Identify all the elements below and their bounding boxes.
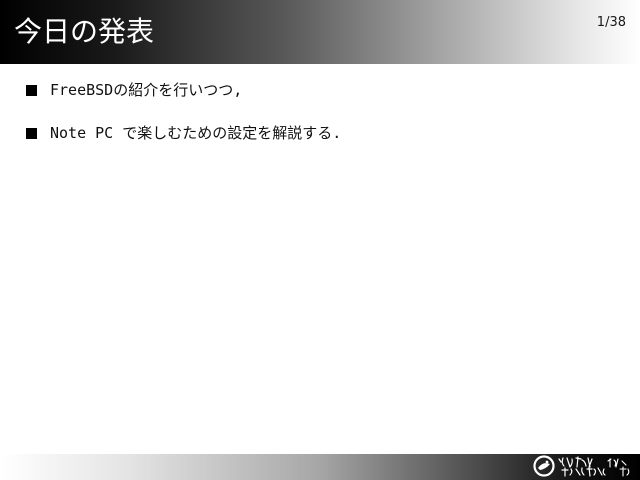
footer-bar — [0, 454, 640, 480]
bullet-text: Note PC で楽しむための設定を解説する. — [50, 124, 342, 142]
bullet-item: Note PC で楽しむための設定を解説する. — [26, 119, 341, 147]
bullet-item: FreeBSDの紹介を行いつつ, — [26, 76, 341, 104]
bullet-list: FreeBSDの紹介を行いつつ, Note PC で楽しむための設定を解説する. — [26, 76, 341, 162]
calligraphy-logo-icon — [533, 455, 630, 477]
slide: 今日の発表 1/38 FreeBSDの紹介を行いつつ, Note PC で楽しむ… — [0, 0, 640, 480]
title-bar: 今日の発表 1/38 — [0, 0, 640, 64]
page-number: 1/38 — [596, 15, 626, 30]
slide-title: 今日の発表 — [14, 15, 155, 48]
bullet-text: FreeBSDの紹介を行いつつ, — [50, 81, 243, 99]
bullet-square-icon — [26, 127, 37, 139]
bullet-square-icon — [26, 84, 37, 96]
